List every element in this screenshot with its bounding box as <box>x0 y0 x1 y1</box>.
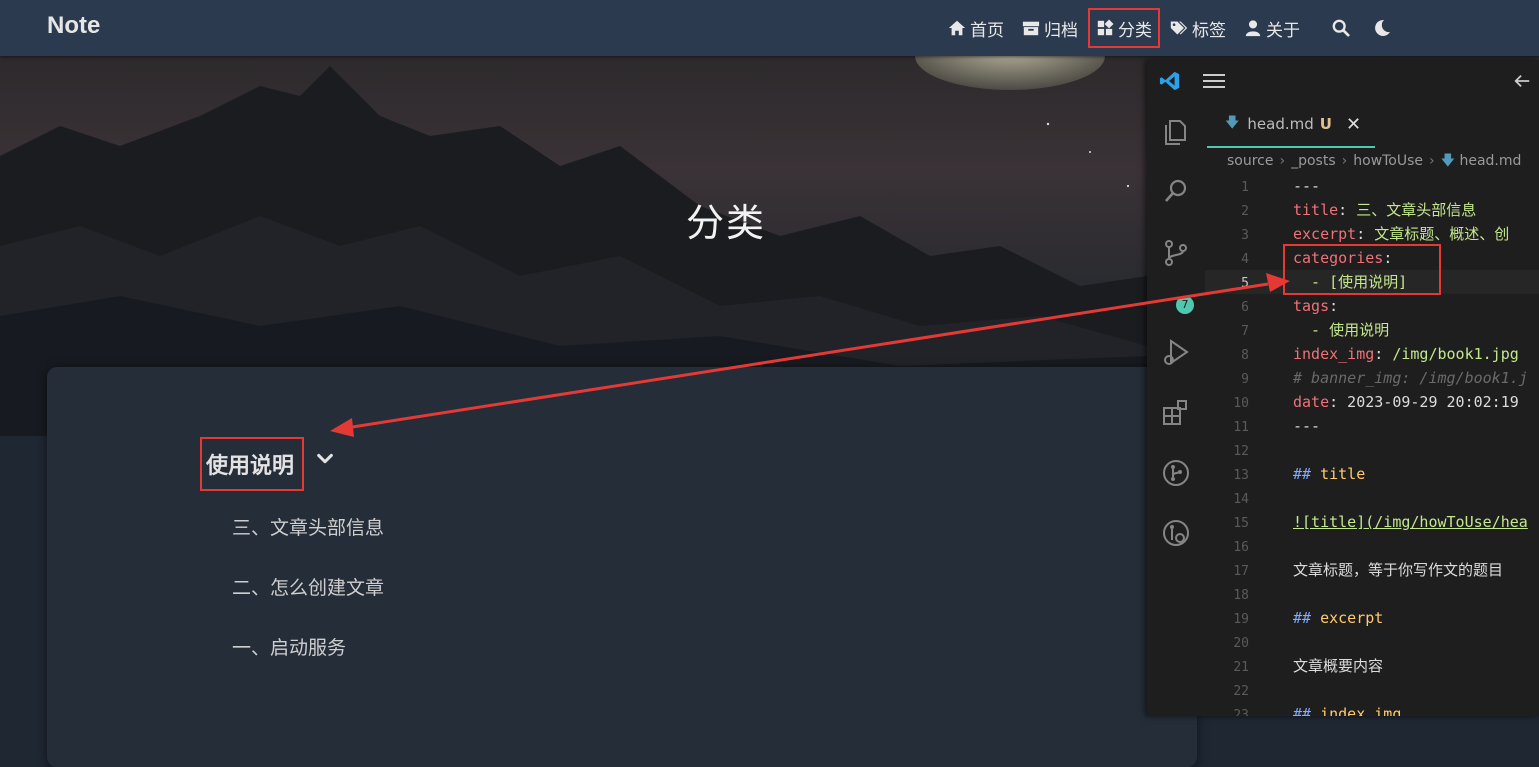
chevron-down-icon[interactable] <box>316 450 334 468</box>
code-line: 15 ![title](/img/howToUse/hea <box>1233 513 1528 531</box>
code-line: 16 <box>1233 540 1249 555</box>
run-debug-icon[interactable] <box>1161 338 1191 368</box>
nav-label-about: 关于 <box>1266 20 1300 41</box>
code-line: 8 index_img: /img/book1.jpg <box>1241 345 1519 363</box>
markdown-file-icon: 🡇 <box>1440 153 1460 169</box>
post-link[interactable]: 一、启动服务 <box>232 633 346 660</box>
code-line: 6 tags: <box>1241 297 1339 315</box>
chevron-right-icon: › <box>1341 153 1348 169</box>
post-link[interactable]: 二、怎么创建文章 <box>232 573 384 600</box>
code-line: 21 文章概要内容 <box>1233 657 1384 675</box>
breadcrumb-item[interactable]: _posts <box>1291 153 1336 169</box>
code-line: 10 date: 2023-09-29 20:02:19 <box>1233 393 1519 411</box>
breadcrumb-item[interactable]: head.md <box>1459 153 1521 169</box>
code-line: 11 --- <box>1233 417 1321 435</box>
source-control-icon[interactable] <box>1161 238 1191 268</box>
nav-label-archive: 归档 <box>1044 20 1078 41</box>
nav-label-tags: 标签 <box>1192 20 1226 41</box>
code-line: 17 文章标题，等于你写作文的题目 <box>1233 561 1504 579</box>
breadcrumb-item[interactable]: source <box>1227 153 1274 169</box>
nav-item-home[interactable]: 首页 <box>948 10 1004 46</box>
nav-item-archive[interactable]: 归档 <box>1022 10 1078 46</box>
page-title: 分类 <box>686 201 767 245</box>
category-heading[interactable]: 使用说明 <box>199 437 305 491</box>
nav-label-home: 首页 <box>970 20 1004 41</box>
theme-toggle-button[interactable] <box>1372 18 1392 38</box>
code-line: 22 <box>1233 684 1249 699</box>
home-icon <box>948 20 966 36</box>
top-navbar: Note 首页 归档 分类 标签 关于 <box>0 0 1539 56</box>
editor-tab-head-md[interactable]: 🡇 head.md U ✕ <box>1207 102 1375 148</box>
tab-filename: head.md <box>1247 115 1314 133</box>
git-graph-icon[interactable] <box>1161 458 1191 488</box>
moon-icon <box>1375 19 1390 36</box>
code-line: 7 - 使用说明 <box>1241 321 1390 339</box>
code-line: 14 <box>1233 492 1249 507</box>
code-line: 20 <box>1233 636 1249 651</box>
nav-label-category: 分类 <box>1118 20 1152 41</box>
post-link[interactable]: 三、文章头部信息 <box>232 513 384 540</box>
tags-icon <box>1170 21 1188 35</box>
explorer-icon[interactable] <box>1161 116 1191 146</box>
code-line: 12 <box>1233 444 1249 459</box>
user-icon <box>1245 20 1261 37</box>
extensions-icon[interactable] <box>1161 398 1191 428</box>
code-line: 2 title: 三、文章头部信息 <box>1241 201 1477 219</box>
scm-badge: 7 <box>1176 296 1194 314</box>
vscode-logo-icon <box>1159 71 1180 91</box>
code-line: 19 ## excerpt <box>1233 609 1384 627</box>
breadcrumb: source › _posts › howToUse › 🡇 head.md <box>1227 150 1521 174</box>
search-icon[interactable] <box>1161 176 1191 206</box>
untracked-status: U <box>1319 115 1332 133</box>
vscode-window: 7 🡇 head.md U ✕ source › _posts › howToUse › 🡇… <box>1147 60 1539 716</box>
code-line: 13 ## title <box>1233 465 1366 483</box>
back-arrow-icon[interactable] <box>1513 72 1531 90</box>
code-line: 3 excerpt: 文章标题、概述、创 <box>1241 225 1510 243</box>
git-history-icon[interactable] <box>1161 518 1191 548</box>
nav-item-category[interactable]: 分类 <box>1088 8 1160 48</box>
code-line: 18 <box>1233 588 1249 603</box>
chevron-right-icon: › <box>1429 153 1435 169</box>
archive-icon <box>1022 21 1040 36</box>
category-card <box>47 367 1197 767</box>
category-icon <box>1097 19 1114 36</box>
markdown-file-icon: 🡇 <box>1225 115 1240 131</box>
activity-bar: 7 <box>1147 100 1205 716</box>
chevron-right-icon: › <box>1279 153 1286 169</box>
close-icon[interactable]: ✕ <box>1346 114 1361 135</box>
highlight-box <box>1283 244 1441 295</box>
search-icon <box>1332 19 1350 37</box>
breadcrumb-item[interactable]: howToUse <box>1353 153 1423 169</box>
brand-logo[interactable]: Note <box>47 12 100 40</box>
nav-item-about[interactable]: 关于 <box>1244 10 1300 46</box>
vscode-title-bar <box>1147 60 1539 100</box>
code-line: 23 ## index_img <box>1233 705 1402 716</box>
code-line: 1 --- <box>1241 177 1321 195</box>
nav-menu: 首页 归档 分类 标签 关于 <box>948 0 1414 56</box>
search-button[interactable] <box>1332 19 1350 37</box>
nav-item-tags[interactable]: 标签 <box>1170 10 1226 46</box>
menu-icon[interactable] <box>1203 73 1225 89</box>
code-line: 9 # banner_img: /img/book1.j <box>1241 369 1528 387</box>
